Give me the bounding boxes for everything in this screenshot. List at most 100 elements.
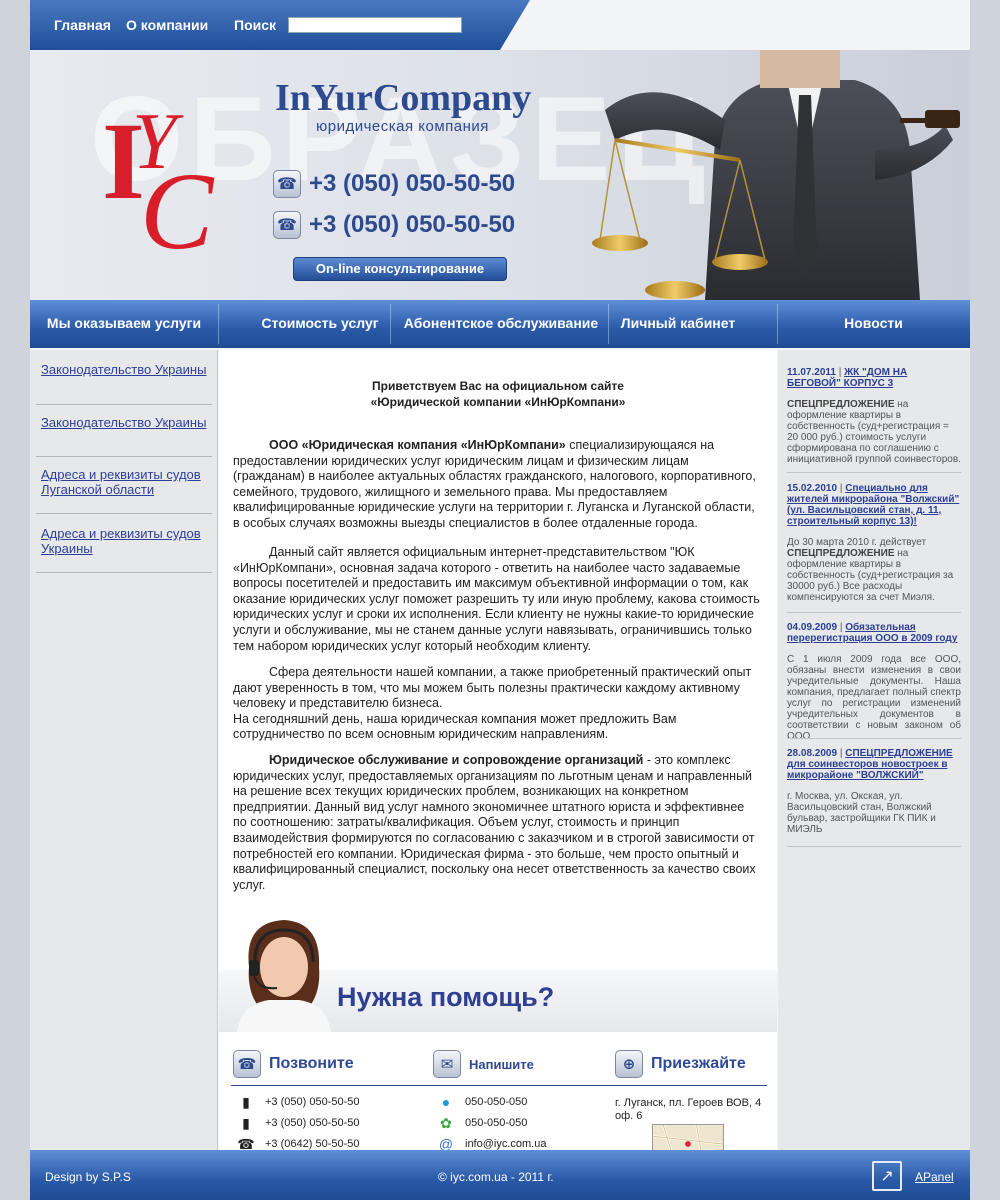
page: Главная О компании Поиск ОБРАЗЕЦ I Y C I… <box>30 0 970 1200</box>
phone-number: +3 (050) 050-50-50 <box>265 1096 360 1108</box>
email-value[interactable]: info@iyc.com.ua <box>465 1138 546 1150</box>
paragraph-4-title: Юридическое обслуживание и сопровождение… <box>269 753 644 767</box>
support-operator-image <box>237 920 331 1032</box>
contact-phone-1: ▮ +3 (050) 050-50-50 <box>237 1093 359 1111</box>
top-navigation: Главная О компании Поиск <box>30 0 530 50</box>
news-item: 28.08.2009 | СПЕЦПРЕДЛОЖЕНИЕ для соинвес… <box>787 748 953 835</box>
sidebar-divider <box>36 513 212 514</box>
news-bold: СПЕЦПРЕДЛОЖЕНИЕ <box>787 399 895 410</box>
footer-design-credit: Design by S.P.S <box>45 1170 131 1184</box>
phone-number: +3 (0642) 50-50-50 <box>265 1138 360 1150</box>
contact-icq: ✿ 050-050-050 <box>437 1114 527 1132</box>
news-bold: СПЕЦПРЕДЛОЖЕНИЕ <box>787 548 895 559</box>
paragraph-2: Данный сайт является официальным интерне… <box>233 545 761 654</box>
welcome-line-1: Приветствуем Вас на официальном сайте <box>372 379 624 393</box>
online-consult-button[interactable]: On-line консультирование <box>293 257 507 281</box>
menu-news[interactable]: Новости <box>777 300 970 348</box>
sidebar-link-legislation-ukraine-2[interactable]: Законодательство Украины <box>41 415 211 430</box>
search-input[interactable] <box>288 17 462 33</box>
menu-separator <box>390 304 391 344</box>
company-logo: I Y C <box>102 98 215 260</box>
sidebar-link-courts-ukraine[interactable]: Адреса и реквизиты судов Украины <box>41 526 211 556</box>
news-item: 15.02.2010 | Специально для жителей микр… <box>787 483 960 603</box>
skype-icon: ● <box>441 1094 451 1110</box>
menu-services[interactable]: Мы оказываем услуги <box>30 300 218 348</box>
header-banner: ОБРАЗЕЦ I Y C InYurCompany юридическая к… <box>30 50 970 300</box>
call-title: Позвоните <box>269 1055 354 1072</box>
news-text: С 1 июля 2009 года все ООО, обязаны внес… <box>787 654 961 742</box>
paragraph-3b-text: На сегодняшний день, наша юридическая ко… <box>233 711 677 742</box>
menu-cost[interactable]: Стоимость услуг <box>230 300 410 348</box>
news-divider <box>787 738 961 739</box>
icq-flower-icon: ✿ <box>440 1114 452 1131</box>
mobile-phone-icon: ▮ <box>242 1093 250 1110</box>
nav-search-label[interactable]: Поиск <box>234 17 276 33</box>
header-phone-1: ☎ +3 (050) 050-50-50 <box>273 170 515 198</box>
news-date: 15.02.2010 <box>787 483 838 494</box>
paragraph-4-text: - это комплекс юридических услуг, предос… <box>233 753 756 892</box>
help-block: Нужна помощь? ☎ Позвоните ✉ Напишите ⊕ П… <box>219 910 777 1164</box>
news-divider <box>787 472 961 473</box>
apanel-link[interactable]: APanel <box>915 1170 954 1184</box>
news-item: 04.09.2009 | Обязательная перерегистраци… <box>787 622 961 742</box>
phone-number: +3 (050) 050-50-50 <box>265 1117 360 1129</box>
svg-text:C: C <box>140 150 215 260</box>
contact-phone-2: ▮ +3 (050) 050-50-50 <box>237 1114 359 1132</box>
brand-name: InYurCompany <box>275 77 532 119</box>
welcome-line-2: «Юридической компании «ИнЮрКомпани» <box>370 395 626 409</box>
contact-skype: ● 050-050-050 <box>437 1093 528 1111</box>
news-text: г. Москва, ул. Окская, ул. Васильцовский… <box>787 791 936 835</box>
compass-icon: ⊕ <box>615 1050 643 1078</box>
footer: Design by S.P.S © iyc.com.ua - 2011 г. ↗… <box>30 1150 970 1200</box>
icq-value: 050-050-050 <box>465 1117 528 1129</box>
lawyer-with-scales-image <box>592 50 960 300</box>
nav-home-link[interactable]: Главная <box>54 17 111 33</box>
arrow-up-right-icon[interactable]: ↗ <box>872 1161 902 1191</box>
news-date: 11.07.2011 <box>787 367 836 378</box>
menu-separator <box>218 304 219 344</box>
phone-number: +3 (050) 050-50-50 <box>309 211 516 238</box>
news-date: 28.08.2009 <box>787 748 838 759</box>
envelope-icon: ✉ <box>433 1050 461 1078</box>
sidebar-divider <box>36 404 212 405</box>
news-sidebar: 11.07.2011 | ЖК "ДОМ НА БЕГОВОЙ" КОРПУС … <box>778 350 970 1150</box>
sidebar-link-courts-lugansk[interactable]: Адреса и реквизиты судов Луганской облас… <box>41 467 211 497</box>
news-divider <box>787 846 961 847</box>
news-item: 11.07.2011 | ЖК "ДОМ НА БЕГОВОЙ" КОРПУС … <box>787 367 961 465</box>
left-sidebar: Законодательство Украины Законодательств… <box>30 350 218 1150</box>
menu-subscription[interactable]: Абонентское обслуживание <box>396 300 606 348</box>
visit-title: Приезжайте <box>651 1055 746 1072</box>
paragraph-1-company: ООО «Юридическая компания «ИнЮрКомпани» <box>269 438 566 452</box>
skype-value: 050-050-050 <box>465 1096 528 1108</box>
phone-icon: ☎ <box>233 1050 261 1078</box>
news-date: 04.09.2009 <box>787 622 838 633</box>
paragraph-3-text: Сфера деятельности нашей компании, а так… <box>233 665 752 711</box>
write-title: Напишите <box>469 1056 534 1072</box>
phone-icon: ☎ <box>273 170 301 198</box>
call-heading: ☎ Позвоните <box>233 1050 354 1078</box>
brand-subtitle: юридическая компания <box>316 118 489 135</box>
main-menu: Мы оказываем услуги Стоимость услуг Абон… <box>30 300 970 348</box>
office-address: г. Луганск, пл. Героев ВОВ, 4 оф. 6 <box>615 1097 762 1122</box>
nav-about-link[interactable]: О компании <box>126 17 208 33</box>
phone-number: +3 (050) 050-50-50 <box>309 170 516 197</box>
welcome-heading: Приветствуем Вас на официальном сайте «Ю… <box>219 378 777 410</box>
mobile-phone-icon: ▮ <box>242 1114 250 1131</box>
paragraph-4: Юридическое обслуживание и сопровождение… <box>233 753 761 893</box>
phone-icon: ☎ <box>273 211 301 239</box>
visit-heading: ⊕ Приезжайте <box>615 1050 746 1078</box>
paragraph-2-text: Данный сайт является официальным интерне… <box>233 545 760 653</box>
header-phone-2: ☎ +3 (050) 050-50-50 <box>273 211 515 239</box>
news-text-intro: До 30 марта 2010 г. действует <box>787 537 927 548</box>
menu-cabinet[interactable]: Личный кабинет <box>608 300 748 348</box>
news-divider <box>787 612 961 613</box>
main-content: Приветствуем Вас на официальном сайте «Ю… <box>219 350 777 1164</box>
help-title: Нужна помощь? <box>337 982 555 1012</box>
write-heading: ✉ Напишите <box>433 1050 534 1078</box>
help-divider <box>231 1085 767 1086</box>
sidebar-divider <box>36 572 212 573</box>
sidebar-divider <box>36 456 212 457</box>
footer-copyright: © iyc.com.ua - 2011 г. <box>438 1170 554 1184</box>
paragraph-1: ООО «Юридическая компания «ИнЮрКомпани» … <box>233 438 761 532</box>
sidebar-link-legislation-ukraine-1[interactable]: Законодательство Украины <box>41 362 211 377</box>
